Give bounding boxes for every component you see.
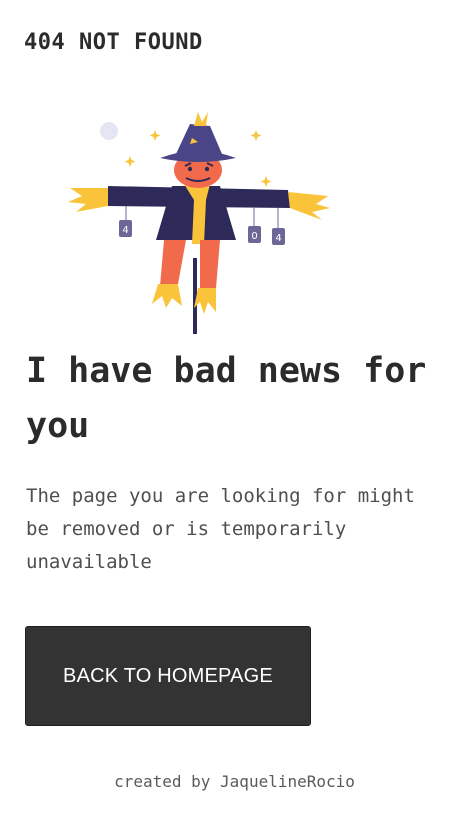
tag-left-label: 4 <box>122 225 128 236</box>
tag-mid-label: 0 <box>251 231 257 242</box>
headline: I have bad news for you <box>26 351 427 446</box>
pole-shape <box>193 258 197 334</box>
scarecrow-illustration: 4 0 4 <box>68 112 330 334</box>
back-to-homepage-button[interactable]: BACK TO HOMEPAGE <box>25 626 311 726</box>
footer-credit: created by JaquelineRocio <box>114 772 355 791</box>
error-message: The page you are looking for might be re… <box>26 485 415 573</box>
brand-title: 404 NOT FOUND <box>24 30 203 55</box>
moon-shape <box>100 122 118 140</box>
tag-right-label: 4 <box>275 233 281 244</box>
